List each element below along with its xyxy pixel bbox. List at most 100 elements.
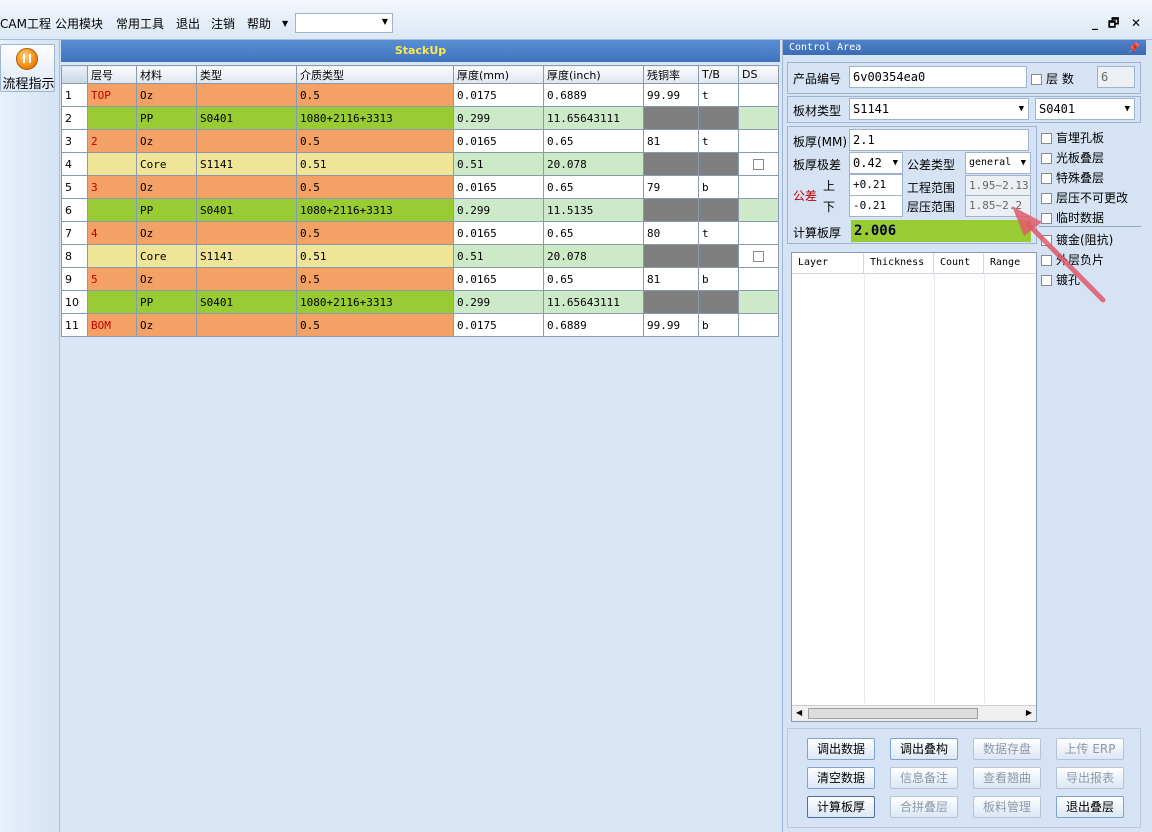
menu-logout[interactable]: 注销	[211, 15, 235, 32]
scroll-left-icon[interactable]: ◀	[796, 708, 802, 717]
thickness-inch-cell[interactable]: 0.65	[543, 175, 644, 199]
col-header-tb[interactable]: T/B	[698, 65, 739, 84]
table-row[interactable]: 4 Core S1141 0.51 0.51 20.078	[61, 152, 779, 176]
thickness-inch-cell[interactable]: 11.65643111	[543, 290, 644, 314]
pp-type-select[interactable]: S0401 ▼	[1035, 98, 1135, 120]
thickness-mm-cell[interactable]: 0.299	[453, 290, 544, 314]
row-number[interactable]: 5	[61, 175, 88, 199]
type-cell[interactable]	[196, 129, 297, 153]
option-options2-2[interactable]: 镀孔	[1041, 271, 1080, 288]
action-button-1-0[interactable]: 清空数据	[807, 767, 875, 789]
option-options1-0[interactable]: 盲埋孔板	[1041, 129, 1104, 146]
ds-cell[interactable]	[738, 244, 779, 268]
residual-copper-cell[interactable]	[643, 198, 699, 222]
pin-icon[interactable]: 📌	[1128, 41, 1140, 56]
layer-cell[interactable]	[87, 152, 137, 176]
action-button-1-3[interactable]: 导出报表	[1056, 767, 1124, 789]
layer-cell[interactable]: 4	[87, 221, 137, 245]
tb-cell[interactable]: t	[698, 221, 739, 245]
table-row[interactable]: 7 4 Oz 0.5 0.0165 0.65 80 t	[61, 221, 779, 245]
material-cell[interactable]: Oz	[136, 267, 197, 291]
col-header-type[interactable]: 类型	[196, 65, 297, 84]
ds-cell[interactable]	[738, 290, 779, 314]
thickness-inch-cell[interactable]: 0.65	[543, 267, 644, 291]
residual-copper-cell[interactable]: 81	[643, 129, 699, 153]
type-cell[interactable]: S1141	[196, 152, 297, 176]
material-cell[interactable]: Oz	[136, 175, 197, 199]
menu-common-module[interactable]: 公用模块	[55, 15, 103, 32]
action-button-2-0[interactable]: 计算板厚	[807, 796, 875, 818]
tb-cell[interactable]	[698, 152, 739, 176]
layers-option[interactable]: 层 数	[1031, 70, 1074, 87]
layer-cell[interactable]: TOP	[87, 83, 137, 107]
row-number[interactable]: 7	[61, 221, 88, 245]
menu-common-tools[interactable]: 常用工具	[116, 15, 164, 32]
residual-copper-cell[interactable]	[643, 152, 699, 176]
list-header-range[interactable]: Range	[984, 253, 1036, 273]
menu-cam-project[interactable]: CAM工程	[0, 15, 51, 32]
tb-cell[interactable]: t	[698, 83, 739, 107]
scroll-right-icon[interactable]: ▶	[1026, 708, 1032, 717]
table-row[interactable]: 9 5 Oz 0.5 0.0165 0.65 81 b	[61, 267, 779, 291]
thickness-mm-cell[interactable]: 0.299	[453, 198, 544, 222]
action-button-2-1[interactable]: 合拼叠层	[890, 796, 958, 818]
row-number[interactable]: 3	[61, 129, 88, 153]
material-cell[interactable]: PP	[136, 106, 197, 130]
board-thickness-input[interactable]: 2.1	[849, 129, 1029, 151]
ds-cell[interactable]	[738, 313, 779, 337]
option-options1-4[interactable]: 临时数据	[1041, 209, 1104, 226]
tb-cell[interactable]	[698, 290, 739, 314]
row-number[interactable]: 9	[61, 267, 88, 291]
ds-cell[interactable]	[738, 106, 779, 130]
dielectric-cell[interactable]: 0.5	[296, 221, 454, 245]
row-number[interactable]: 11	[61, 313, 88, 337]
thickness-mm-cell[interactable]: 0.0165	[453, 221, 544, 245]
thickness-inch-cell[interactable]: 11.65643111	[543, 106, 644, 130]
flow-indicator-button[interactable]: 流程指示	[0, 44, 55, 92]
option-options2-0[interactable]: 镀金(阻抗)	[1041, 231, 1113, 248]
material-cell[interactable]: Oz	[136, 129, 197, 153]
thickness-mm-cell[interactable]: 0.51	[453, 244, 544, 268]
restore-icon[interactable]: 🗗	[1108, 14, 1119, 35]
thickness-range-select[interactable]: 0.42 ▼	[849, 152, 903, 174]
menu-combo-box[interactable]: ▼	[295, 13, 393, 33]
dielectric-cell[interactable]: 0.51	[296, 244, 454, 268]
table-row[interactable]: 3 2 Oz 0.5 0.0165 0.65 81 t	[61, 129, 779, 153]
board-type-select[interactable]: S1141 ▼	[849, 98, 1029, 120]
option-checkbox[interactable]	[1041, 275, 1052, 286]
minimize-icon[interactable]: _	[1092, 16, 1098, 30]
layers-checkbox[interactable]	[1031, 74, 1042, 85]
tb-cell[interactable]: t	[698, 129, 739, 153]
row-number[interactable]: 1	[61, 83, 88, 107]
type-cell[interactable]: S0401	[196, 198, 297, 222]
list-header-layer[interactable]: Layer	[792, 253, 864, 273]
option-options1-3[interactable]: 层压不可更改	[1041, 189, 1128, 206]
thickness-mm-cell[interactable]: 0.0165	[453, 267, 544, 291]
thickness-mm-cell[interactable]: 0.0175	[453, 83, 544, 107]
layer-summary-list[interactable]: Layer Thickness Count Range ◀ ▶	[791, 252, 1037, 722]
layer-cell[interactable]: 2	[87, 129, 137, 153]
type-cell[interactable]: S1141	[196, 244, 297, 268]
table-row[interactable]: 10 PP S0401 1080+2116+3313 0.299 11.65643111	[61, 290, 779, 314]
action-button-2-2[interactable]: 板料管理	[973, 796, 1041, 818]
thickness-inch-cell[interactable]: 0.6889	[543, 83, 644, 107]
action-button-0-0[interactable]: 调出数据	[807, 738, 875, 760]
ds-cell[interactable]	[738, 267, 779, 291]
thickness-inch-cell[interactable]: 0.65	[543, 221, 644, 245]
option-checkbox[interactable]	[1041, 153, 1052, 164]
table-row[interactable]: 11 BOM Oz 0.5 0.0175 0.6889 99.99 b	[61, 313, 779, 337]
material-cell[interactable]: Oz	[136, 83, 197, 107]
table-row[interactable]: 8 Core S1141 0.51 0.51 20.078	[61, 244, 779, 268]
row-number[interactable]: 2	[61, 106, 88, 130]
residual-copper-cell[interactable]: 80	[643, 221, 699, 245]
table-row[interactable]: 5 3 Oz 0.5 0.0165 0.65 79 b	[61, 175, 779, 199]
thickness-mm-cell[interactable]: 0.51	[453, 152, 544, 176]
type-cell[interactable]: S0401	[196, 106, 297, 130]
option-checkbox[interactable]	[1041, 133, 1052, 144]
layer-cell[interactable]: 5	[87, 267, 137, 291]
menu-exit[interactable]: 退出	[176, 15, 200, 32]
menu-help[interactable]: 帮助	[247, 15, 271, 32]
residual-copper-cell[interactable]: 81	[643, 267, 699, 291]
row-number[interactable]: 6	[61, 198, 88, 222]
material-cell[interactable]: Core	[136, 244, 197, 268]
